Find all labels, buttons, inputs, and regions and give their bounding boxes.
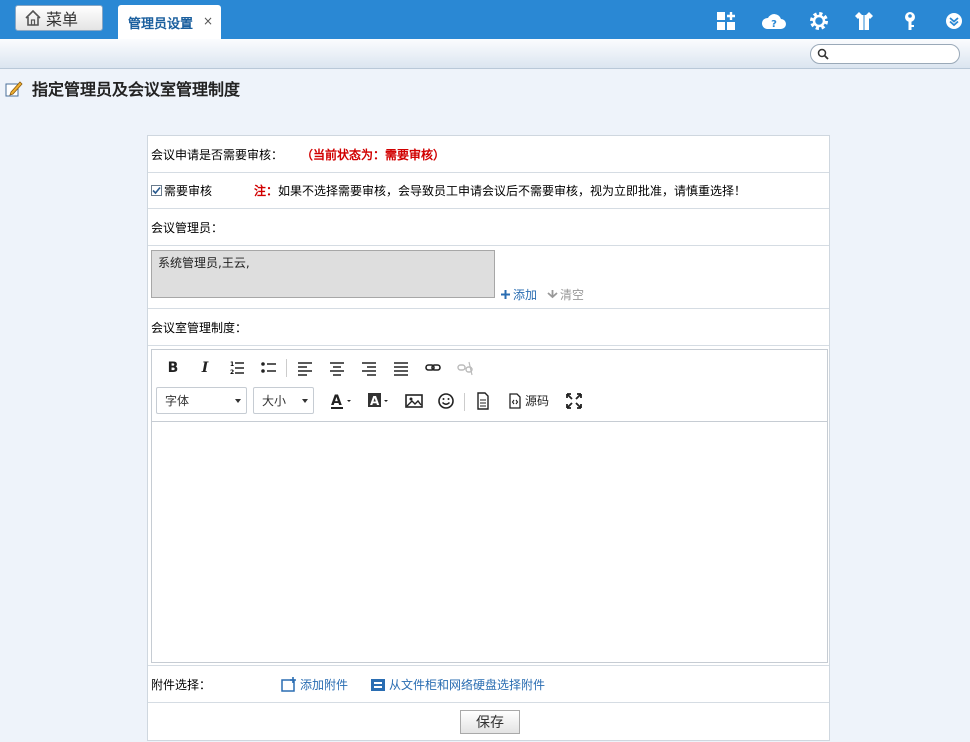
- note-label: 注：: [254, 184, 279, 198]
- document-icon[interactable]: [473, 391, 493, 411]
- plus-icon: [501, 290, 510, 299]
- svg-text:A: A: [370, 394, 380, 408]
- edit-pencil-icon: [5, 81, 23, 97]
- save-button[interactable]: 保存: [460, 709, 520, 734]
- admins-textarea[interactable]: 系统管理员,王云,: [151, 250, 495, 298]
- menu-button[interactable]: 菜单: [15, 5, 103, 31]
- font-color-icon[interactable]: A: [329, 391, 355, 411]
- svg-text:A: A: [331, 393, 342, 409]
- source-code-button[interactable]: 源码: [508, 392, 549, 409]
- collapse-down-icon[interactable]: [943, 10, 965, 32]
- insert-image-icon[interactable]: [404, 391, 424, 411]
- select-from-cabinet-link[interactable]: 从文件柜和网络硬盘选择附件: [370, 676, 545, 693]
- admins-input-row: 系统管理员,王云, 添加 清空: [148, 246, 829, 309]
- font-size-select[interactable]: 大小: [253, 387, 314, 414]
- audit-checkbox-row: 需要审核 注： 如果不选择需要审核，会导致员工申请会议后不需要审核，视为立即批准…: [148, 173, 829, 209]
- bold-icon[interactable]: B: [163, 358, 183, 378]
- top-bar: 菜单 管理员设置 × ?: [0, 0, 970, 39]
- tab-admin-settings[interactable]: 管理员设置 ×: [118, 5, 221, 39]
- attachment-label: 附件选择：: [151, 677, 212, 692]
- save-row: 保存: [148, 703, 829, 740]
- add-attachment-link[interactable]: 添加附件: [281, 676, 348, 693]
- settings-gear-icon[interactable]: [808, 10, 830, 32]
- unordered-list-icon[interactable]: [259, 358, 279, 378]
- align-right-icon[interactable]: [359, 358, 379, 378]
- link-icon[interactable]: [423, 358, 443, 378]
- fullscreen-icon[interactable]: [564, 391, 584, 411]
- align-justify-icon[interactable]: [391, 358, 411, 378]
- admins-label: 会议管理员：: [151, 220, 224, 235]
- font-family-value: 字体: [165, 394, 190, 408]
- add-admin-link[interactable]: 添加: [500, 286, 537, 303]
- clear-admin-link[interactable]: 清空: [547, 286, 584, 303]
- italic-icon[interactable]: I: [195, 358, 215, 378]
- tab-close-icon[interactable]: ×: [203, 14, 213, 28]
- clear-arrow-icon: [547, 290, 558, 299]
- file-cabinet-icon: [371, 679, 386, 691]
- source-code-icon: [509, 392, 521, 409]
- ordered-list-icon[interactable]: 12: [227, 358, 247, 378]
- toolbar-separator: [464, 393, 465, 411]
- add-admin-label: 添加: [513, 288, 538, 302]
- page-title: 指定管理员及会议室管理制度: [32, 80, 241, 99]
- svg-text:1: 1: [230, 361, 234, 368]
- add-attachment-icon: [281, 677, 296, 692]
- rules-label-row: 会议室管理制度：: [148, 309, 829, 346]
- audit-status-text: （当前状态为：需要审核）: [301, 147, 446, 162]
- audit-question-row: 会议申请是否需要审核： （当前状态为：需要审核）: [148, 136, 829, 173]
- svg-text:?: ?: [771, 19, 777, 30]
- search-input[interactable]: [810, 44, 960, 64]
- search-icon: [817, 48, 829, 60]
- align-left-icon[interactable]: [295, 358, 315, 378]
- rules-label: 会议室管理制度：: [151, 320, 248, 335]
- editor-content-area[interactable]: [152, 422, 827, 662]
- settings-form: 会议申请是否需要审核： （当前状态为：需要审核） 需要审核 注： 如果不选择需要…: [147, 135, 830, 741]
- align-center-icon[interactable]: [327, 358, 347, 378]
- attachment-row: 附件选择： 添加附件 从文件柜和网络硬盘选择附件: [148, 666, 829, 703]
- admins-label-row: 会议管理员：: [148, 209, 829, 246]
- checkmark-icon: [152, 186, 161, 195]
- font-family-select[interactable]: 字体: [156, 387, 247, 414]
- dropdown-arrow-icon: [302, 399, 308, 403]
- shirt-icon[interactable]: [853, 10, 875, 32]
- key-icon[interactable]: [899, 10, 921, 32]
- background-color-icon[interactable]: A: [366, 391, 392, 411]
- source-code-label: 源码: [525, 394, 550, 408]
- font-size-value: 大小: [262, 394, 287, 408]
- audit-checkbox-label: 需要审核: [164, 184, 213, 198]
- menu-label: 菜单: [46, 10, 79, 29]
- emoticon-icon[interactable]: [436, 391, 456, 411]
- home-icon: [25, 9, 41, 26]
- search-bar: [0, 39, 970, 69]
- dashboard-add-icon[interactable]: [715, 10, 737, 32]
- rich-text-editor: B I 12 字体 大小 A A 源码: [151, 349, 828, 663]
- editor-toolbar: B I 12 字体 大小 A A 源码: [152, 350, 827, 422]
- toolbar-separator: [286, 359, 287, 377]
- audit-question-label: 会议申请是否需要审核：: [151, 147, 284, 162]
- svg-text:2: 2: [230, 369, 234, 376]
- tab-label: 管理员设置: [128, 16, 194, 32]
- dropdown-arrow-icon: [235, 399, 241, 403]
- add-attachment-label: 添加附件: [300, 677, 349, 692]
- note-text: 如果不选择需要审核，会导致员工申请会议后不需要审核，视为立即批准，请慎重选择！: [278, 184, 747, 198]
- audit-checkbox[interactable]: [151, 185, 162, 196]
- help-cloud-icon[interactable]: ?: [761, 10, 787, 32]
- editor-row: B I 12 字体 大小 A A 源码: [148, 346, 829, 666]
- select-from-cabinet-label: 从文件柜和网络硬盘选择附件: [389, 677, 546, 692]
- page-heading: 指定管理员及会议室管理制度: [4, 76, 240, 100]
- clear-admin-label: 清空: [560, 288, 585, 302]
- unlink-icon[interactable]: [455, 358, 475, 378]
